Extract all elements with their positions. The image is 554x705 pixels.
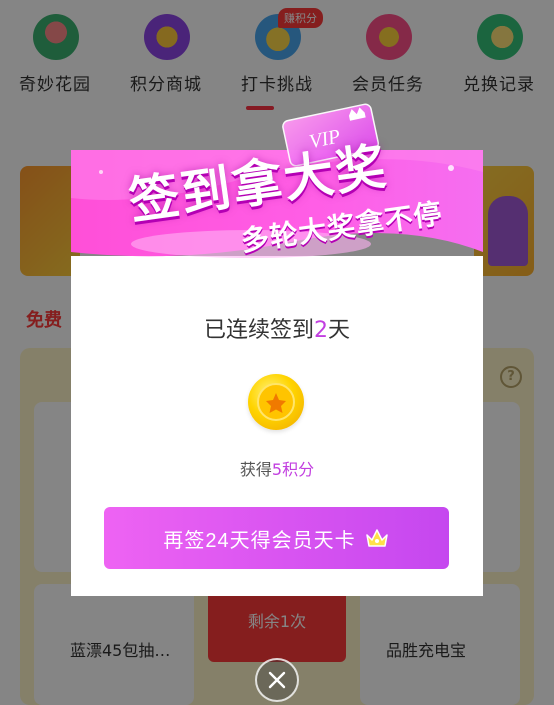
- streak-text: 已连续签到2天: [71, 312, 483, 344]
- streak-days: 2: [314, 318, 328, 343]
- coin-icon: [248, 374, 304, 430]
- streak-prefix: 已连续签到: [203, 318, 314, 343]
- earned-value: 5积分: [271, 460, 315, 479]
- earned-prefix: 获得: [239, 460, 272, 479]
- earned-text: 获得5积分: [71, 456, 483, 480]
- close-icon: [268, 671, 286, 689]
- modal-banner: VIP 签到拿大奖 多轮大奖拿不停: [71, 103, 483, 300]
- coin-inner: [257, 383, 295, 421]
- crown-icon: [365, 529, 388, 547]
- sign-reward-label: 再签24天得会员天卡: [163, 529, 356, 552]
- checkin-modal: VIP 签到拿大奖 多轮大奖拿不停 已连续签到2天 获得5积分 再签24天得会员…: [71, 103, 483, 596]
- sign-reward-button[interactable]: 再签24天得会员天卡: [104, 507, 449, 569]
- streak-suffix: 天: [328, 318, 351, 343]
- close-modal-button[interactable]: [255, 658, 299, 702]
- star-icon: [266, 393, 286, 413]
